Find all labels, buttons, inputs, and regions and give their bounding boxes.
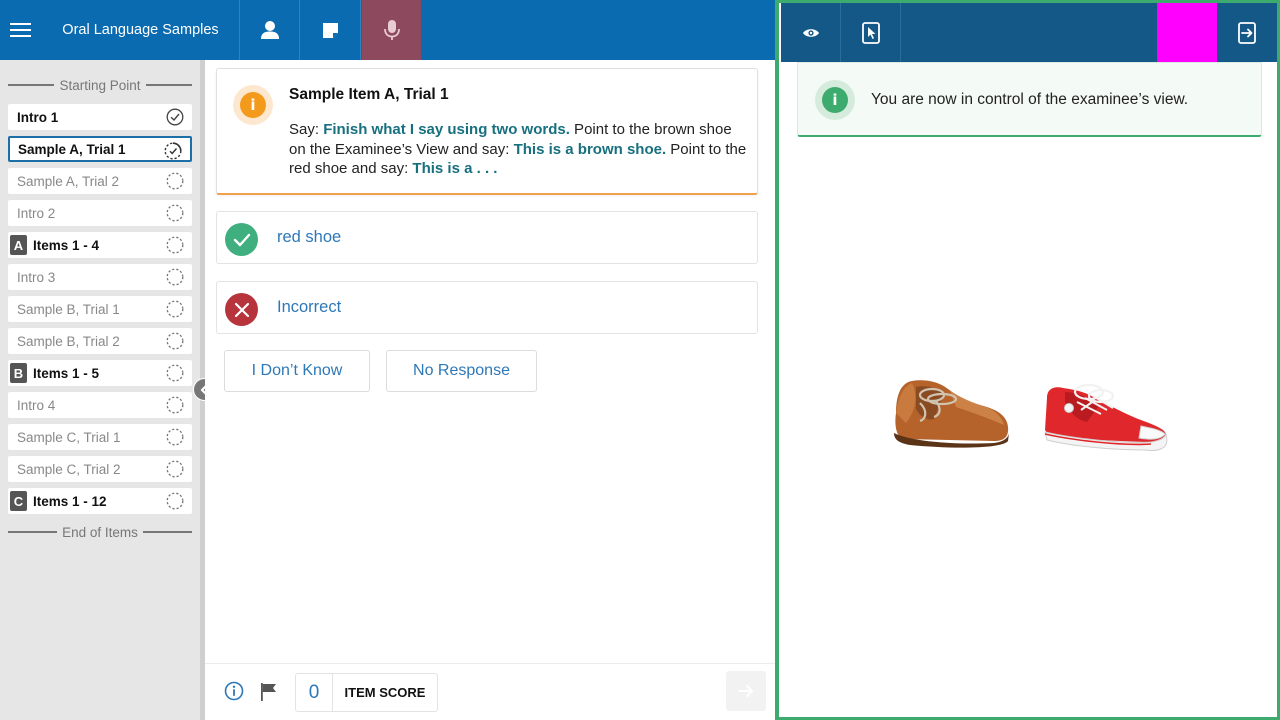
app-title: Oral Language Samples [42,0,240,60]
close-icon [225,293,258,326]
sidebar-item[interactable]: Intro 4 [8,392,192,418]
not-started-icon [166,364,184,382]
preview-button[interactable] [781,3,841,62]
info-icon: i [233,85,273,125]
sidebar-item-label: Sample B, Trial 1 [17,301,120,317]
sidebar-item-label: Intro 4 [17,397,56,413]
in-progress-icon [164,142,182,160]
not-started-icon [166,172,184,190]
not-started-icon [166,396,184,414]
starting-point-marker: Starting Point [8,76,192,94]
next-item-button[interactable] [726,671,766,711]
item-instructions: Say: Finish what I say using two words. … [289,120,749,179]
sidebar-item-label: Items 1 - 5 [33,365,100,381]
exit-view-icon [1238,21,1256,44]
note-icon [323,22,338,38]
instruction-card: i Sample Item A, Trial 1 Say: Finish wha… [216,68,758,195]
check-icon [225,223,258,256]
subtest-badge: A [10,235,27,255]
sidebar-item-label: Sample B, Trial 2 [17,333,120,349]
sidebar-item-label: Intro 2 [17,205,56,221]
sidebar-item-label: Items 1 - 12 [33,493,107,509]
info-circle-icon[interactable] [224,681,244,701]
brown-shoe-image[interactable] [890,375,1012,450]
arrow-right-icon [738,685,753,697]
item-score-box: 0 ITEM SCORE [295,673,438,712]
item-footer [205,663,775,720]
sidebar-item[interactable]: Intro 3 [8,264,192,290]
not-started-icon [166,204,184,222]
sidebar-item[interactable]: Intro 1 [8,104,192,130]
sidebar-item[interactable]: Sample C, Trial 2 [8,456,192,482]
sidebar-item-label: Sample C, Trial 1 [17,429,121,445]
said-text: This is a . . . [412,160,498,177]
examinee-control-button[interactable] [841,3,901,62]
sidebar-item[interactable]: Sample A, Trial 1 [8,136,192,162]
sidebar-item[interactable]: Sample B, Trial 1 [8,296,192,322]
no-response-button[interactable]: No Response [386,350,537,392]
microphone-icon [383,20,400,40]
app-header: Oral Language Samples [0,0,775,60]
sidebar-item[interactable]: B Items 1 - 5 [8,360,192,386]
correct-response-label: red shoe [277,228,342,246]
incorrect-response-label: Incorrect [277,298,342,316]
not-started-icon [166,428,184,446]
control-status-banner: i You are now in control of the examinee… [797,62,1262,137]
not-started-icon [166,268,184,286]
sidebar-item-label: Intro 3 [17,269,56,285]
red-shoe-image[interactable] [1041,378,1169,453]
flag-icon[interactable] [260,682,278,702]
notes-button[interactable] [301,0,361,60]
end-of-items-marker: End of Items [8,523,192,541]
control-status-text: You are now in control of the examinee’s… [871,91,1189,108]
sidebar-item[interactable]: A Items 1 - 4 [8,232,192,258]
check-circle-icon [166,108,184,126]
recording-button[interactable] [362,0,421,60]
sidebar-item[interactable]: Intro 2 [8,200,192,226]
correct-response-option[interactable]: red shoe [216,211,758,264]
sidebar-item-label: Sample C, Trial 2 [17,461,121,477]
not-started-icon [166,460,184,478]
sidebar-item-label: Sample A, Trial 1 [18,141,126,157]
item-score-value: 0 [296,674,333,711]
person-icon [261,21,279,39]
said-text: Finish what I say using two words. [323,121,570,138]
eye-icon [802,28,819,37]
examinee-info-button[interactable] [241,0,300,60]
not-started-icon [166,492,184,510]
sidebar-item-label: Sample A, Trial 2 [17,173,120,189]
instruction-segment: Say: [289,121,324,138]
not-started-icon [166,300,184,318]
said-text: This is a brown shoe. [513,140,667,158]
incorrect-response-option[interactable]: Incorrect [216,281,758,334]
subtest-badge: B [10,363,27,383]
not-started-icon [166,332,184,350]
item-title: Sample Item A, Trial 1 [289,86,449,103]
sidebar-item[interactable]: Sample B, Trial 2 [8,328,192,354]
tablet-pointer-icon [861,21,880,44]
highlight-tool-button[interactable] [1157,3,1217,62]
sidebar-item-label: Items 1 - 4 [33,237,100,253]
sidebar-item[interactable]: Sample A, Trial 2 [8,168,192,194]
sidebar-item-label: Intro 1 [17,109,59,125]
not-started-icon [166,236,184,254]
exit-examinee-view-button[interactable] [1217,3,1277,62]
dont-know-button[interactable]: I Don’t Know [224,350,370,392]
item-score-label: ITEM SCORE [344,685,426,700]
subtest-badge: C [10,491,27,511]
info-icon: i [815,80,855,120]
menu-button[interactable] [0,0,42,60]
sidebar-item[interactable]: C Items 1 - 12 [8,488,192,514]
sidebar-item[interactable]: Sample C, Trial 1 [8,424,192,450]
menu-icon [10,23,31,37]
